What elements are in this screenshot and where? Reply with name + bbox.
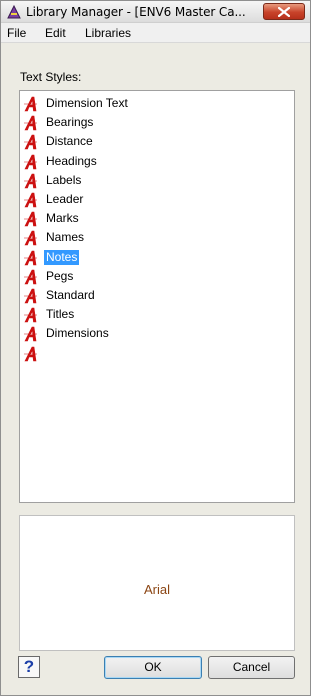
list-item-label: Dimensions [46, 326, 109, 341]
list-item[interactable] [20, 344, 294, 363]
list-item[interactable]: Standard [20, 286, 294, 305]
list-item-label: Dimension Text [46, 96, 128, 110]
text-style-a-icon [24, 288, 37, 304]
text-style-a-icon [24, 115, 37, 131]
close-icon [278, 7, 290, 17]
list-item[interactable]: Pegs [20, 267, 294, 286]
text-style-a-icon [24, 307, 37, 323]
close-button[interactable] [263, 3, 305, 20]
list-item[interactable]: Leader [20, 190, 294, 209]
text-style-a-icon [24, 269, 37, 285]
list-item[interactable]: Headings [20, 152, 294, 171]
ok-button[interactable]: OK [104, 656, 202, 679]
list-item[interactable]: Bearings [20, 113, 294, 132]
font-preview: Arial [19, 515, 295, 651]
list-item-label: Names [46, 230, 85, 245]
list-item-label: Titles [46, 307, 75, 322]
list-item[interactable]: Titles [20, 305, 294, 324]
text-style-a-icon [24, 135, 37, 150]
library-manager-window: Library Manager - [ENV6 Master Ca... Fil… [0, 0, 311, 696]
menu-bar: File Edit Libraries [1, 23, 310, 43]
text-style-a-icon [24, 231, 37, 246]
menu-libraries[interactable]: Libraries [85, 26, 131, 40]
list-item[interactable]: Names [20, 228, 294, 247]
text-styles-list[interactable]: Dimension Text Bearings Distance Headings La… [19, 90, 295, 503]
text-style-a-icon [24, 173, 37, 189]
text-style-a-icon [24, 250, 37, 265]
list-item[interactable]: Marks [20, 209, 294, 228]
list-item-label: Distance [46, 134, 93, 149]
text-style-a-icon [24, 346, 37, 361]
help-button[interactable]: ? [18, 656, 40, 678]
list-item[interactable]: Dimensions [20, 324, 294, 343]
list-item[interactable]: Labels [20, 171, 294, 190]
list-item[interactable]: Dimension Text [20, 94, 294, 113]
preview-font-name: Arial [143, 582, 170, 597]
window-title: Library Manager - [ENV6 Master Ca... [26, 5, 246, 19]
text-style-a-icon [24, 327, 37, 342]
text-style-a-icon [24, 154, 37, 169]
list-item-label: Marks [46, 211, 79, 226]
list-item-label: Standard [46, 288, 95, 302]
list-item-label: Pegs [46, 268, 74, 283]
library-manager-icon [7, 4, 21, 19]
text-style-a-icon [24, 96, 37, 112]
help-icon: ? [23, 657, 35, 676]
list-item-label: Notes [44, 249, 80, 265]
text-styles-label: Text Styles: [20, 70, 82, 84]
list-item-label: Headings [46, 153, 97, 168]
list-item[interactable]: Distance [20, 132, 294, 151]
list-item[interactable]: Notes [20, 248, 294, 267]
title-bar[interactable]: Library Manager - [ENV6 Master Ca... [1, 1, 310, 23]
list-item-label: Labels [46, 172, 82, 187]
cancel-button[interactable]: Cancel [208, 656, 295, 679]
list-item-label: Leader [46, 192, 84, 206]
text-style-a-icon [24, 192, 37, 208]
text-style-a-icon [24, 211, 37, 227]
list-item-label: Bearings [46, 115, 94, 130]
menu-edit[interactable]: Edit [45, 26, 66, 40]
menu-file[interactable]: File [7, 26, 26, 40]
